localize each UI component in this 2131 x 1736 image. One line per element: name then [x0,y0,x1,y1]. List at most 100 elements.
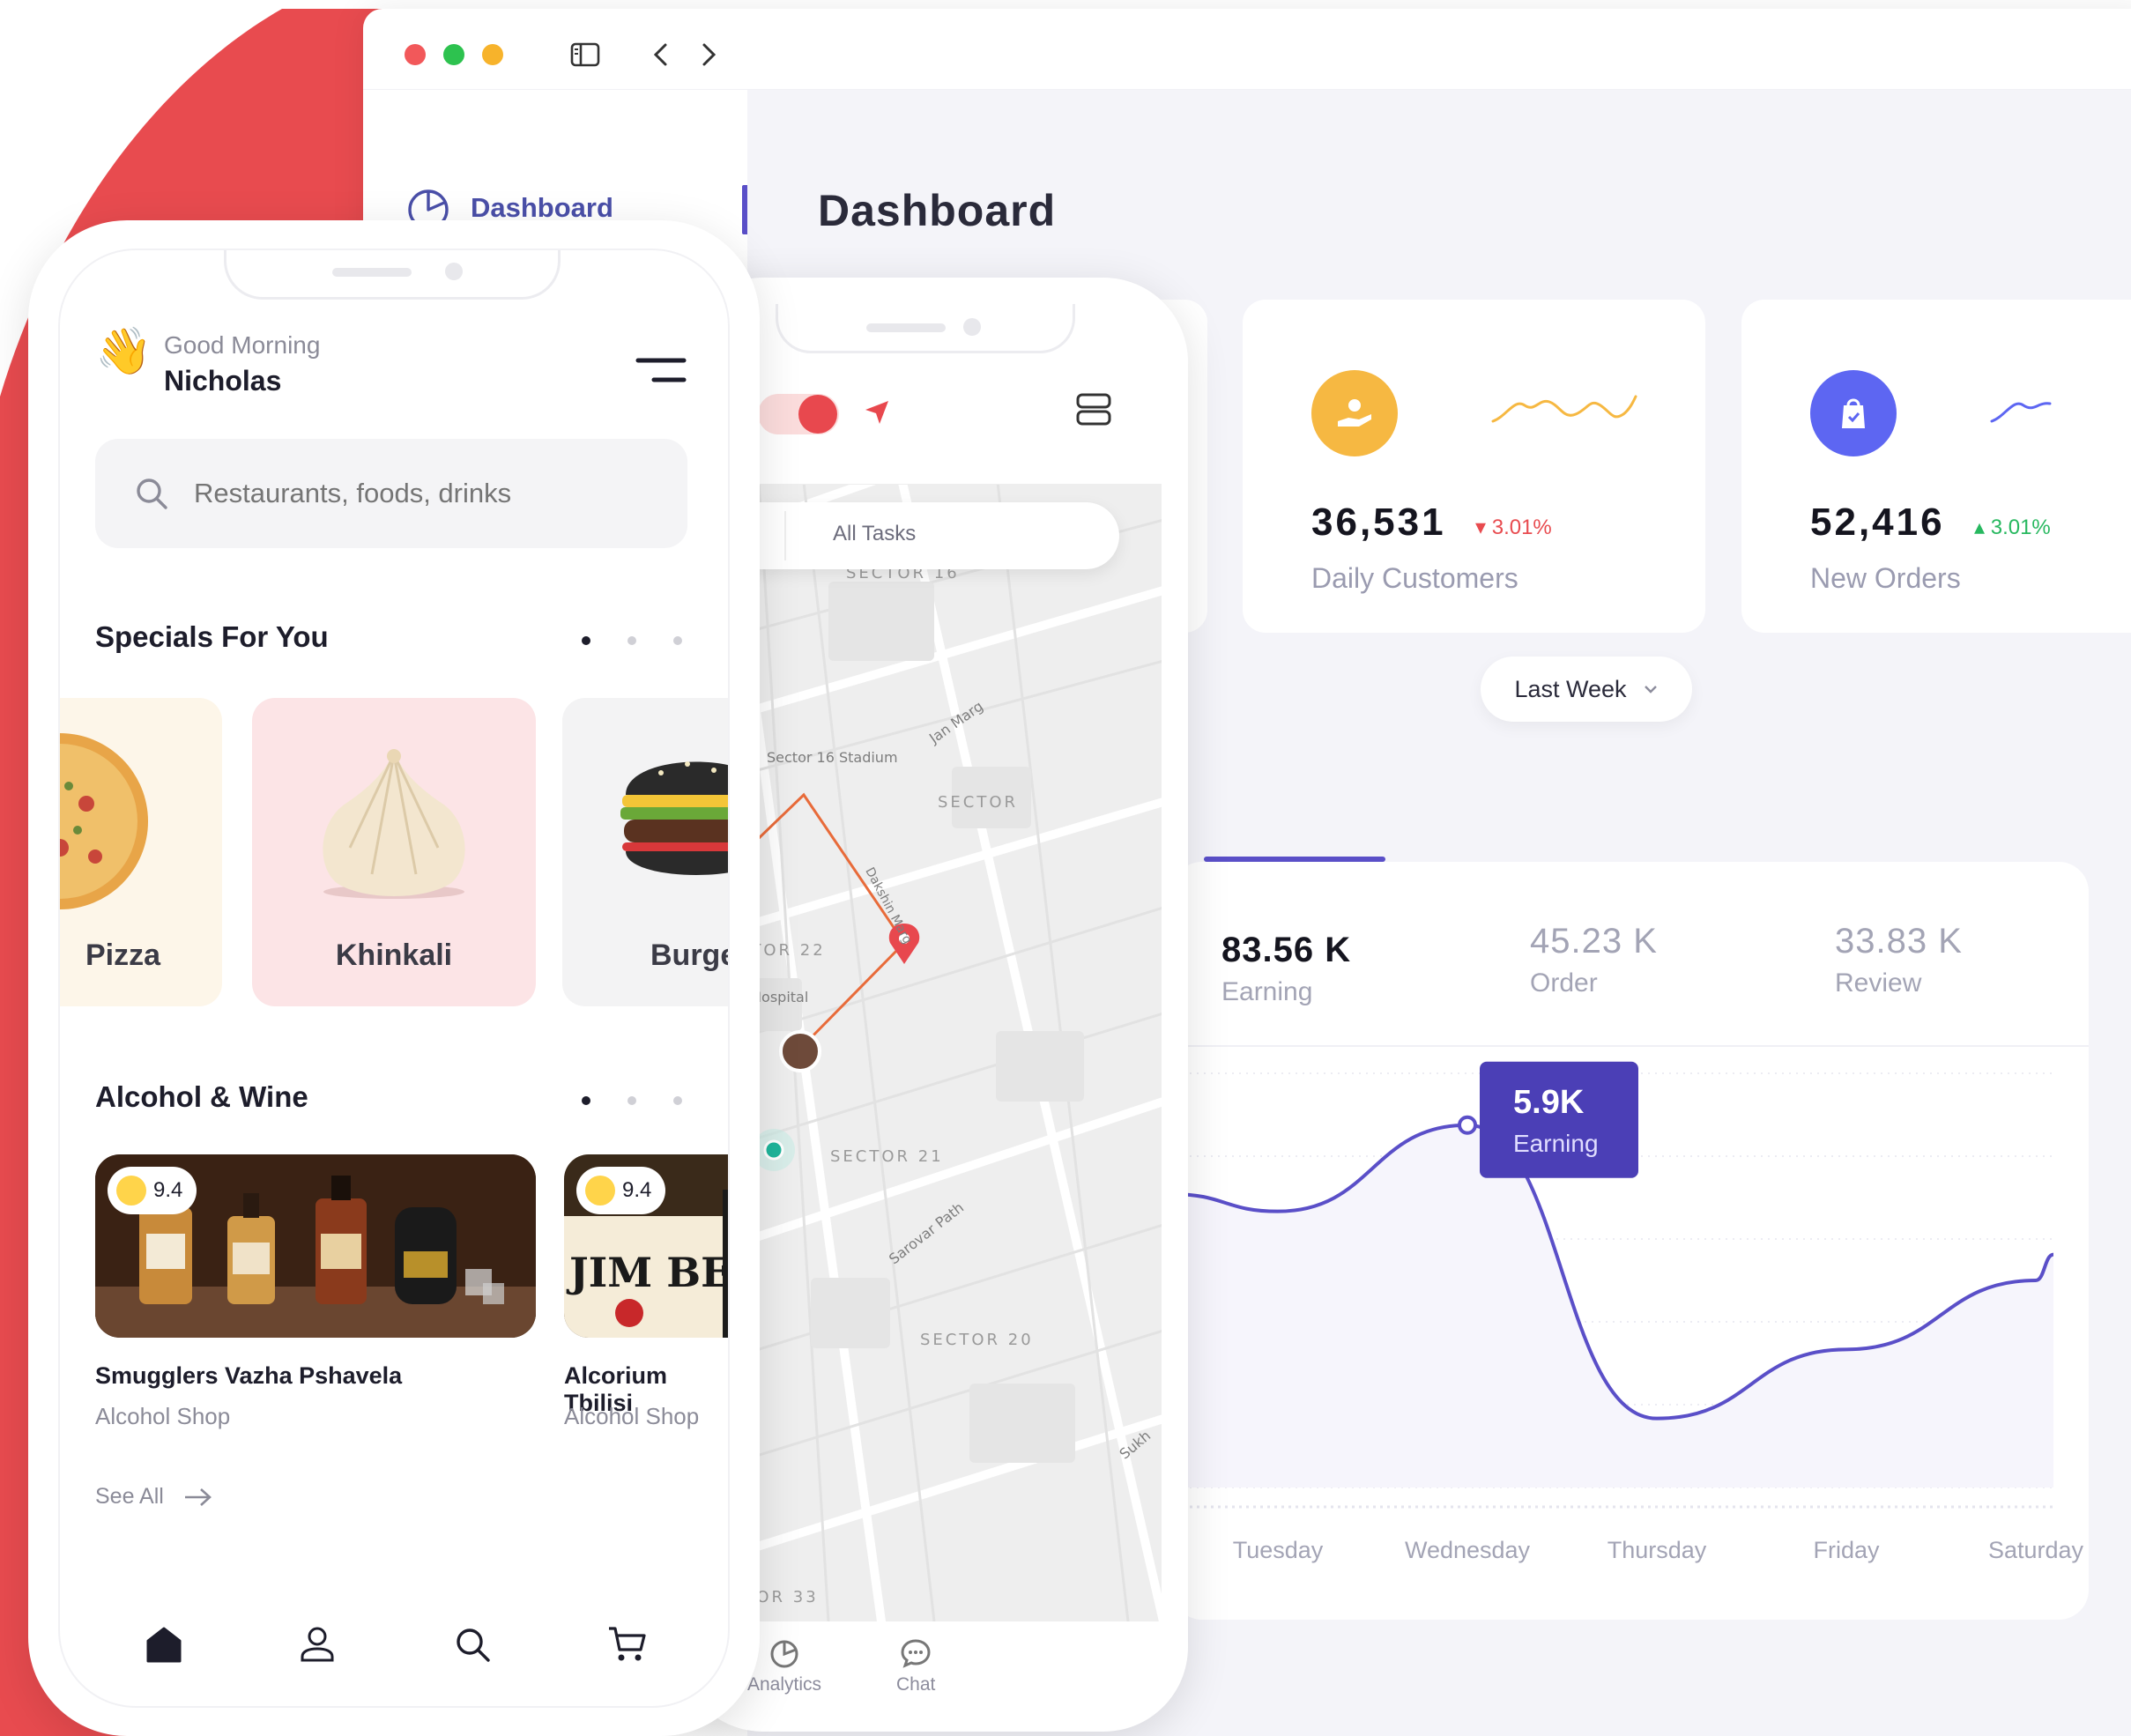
hand-coin-icon [1311,370,1398,456]
specials-pager[interactable] [582,636,682,645]
metric-value: 45.23 K [1530,922,1658,961]
search-input[interactable] [194,478,652,509]
back-icon[interactable] [642,35,680,74]
greeting-text: Good Morning [164,331,321,359]
metric-order[interactable]: 45.23 K Order [1530,922,1658,998]
map-bottom-nav: Analytics Chat [705,1621,1162,1705]
x-tick-label: Saturday [1988,1537,2084,1563]
series-area [1172,1124,2053,1487]
chevron-down-icon [1644,686,1657,694]
line-chart: 5.9K Earning Tuesday Wednesday Thursday Frida… [1172,1061,2084,1563]
metric-label: Review [1835,968,1922,998]
tab-divider [784,511,786,560]
search-bar[interactable] [95,439,687,548]
earnings-chart-card: 83.56 K Earning 45.23 K Order 33.83 K Re… [1172,857,2089,1620]
window-maximize-button[interactable] [443,44,464,65]
speaker [866,323,946,332]
tooltip-label: Earning [1513,1130,1599,1157]
drinks-pager[interactable] [582,1096,682,1105]
see-all-link[interactable]: See All [95,1484,213,1510]
sparkline [1491,395,1637,423]
location-arrow-icon[interactable] [862,397,892,427]
tooltip-value: 5.9K [1513,1084,1585,1121]
burger-image [620,761,728,875]
window-minimize-button[interactable] [482,44,503,65]
specials-title: Specials For You [95,620,329,653]
user-name: Nicholas [164,365,282,397]
phone-notch [776,304,1075,353]
khinkali-image [323,749,465,899]
toggle-knob [798,395,837,434]
svg-text:JIM BEAM: JIM BEAM [566,1249,730,1296]
special-card-pizza[interactable]: Pizza [60,698,222,1006]
camera [445,263,463,280]
phone-food-app: 👋 Good Morning Nicholas Specials For You… [28,220,760,1736]
sparkline [1990,402,2052,423]
tab-all-tasks[interactable]: All Tasks [833,522,916,546]
shop-card[interactable]: JIM BEAM 9.4 [564,1154,730,1338]
map-label: SECTOR 21 [830,1147,944,1166]
search-nav-icon[interactable] [446,1618,499,1671]
pizza-image [60,733,148,909]
map-label: SECTOR 20 [920,1331,1034,1349]
forward-icon[interactable] [689,35,728,74]
range-select-value: Last Week [1514,675,1627,702]
special-name: Pizza [85,938,160,972]
speaker [332,268,412,277]
map-label: Sector 16 Stadium [767,749,898,766]
shop-type: Alcohol Shop [564,1403,700,1429]
stat-card-daily-customers: 36,531 ▾ 3.01% Daily Customers [1243,300,1705,633]
bottom-nav [60,1607,728,1687]
special-card-khinkali[interactable]: Khinkali [252,698,536,1006]
task-tabs: All Tasks [705,502,1119,569]
waving-hand-icon: 👋 [95,326,152,377]
shop-card[interactable]: 9.4 [95,1154,536,1338]
metric-label: Order [1530,968,1598,998]
page-title: Dashboard [818,186,1057,235]
emoji-heart-eyes-icon [116,1176,146,1206]
browser-titlebar [363,9,2131,90]
x-tick-label: Wednesday [1405,1537,1531,1563]
metric-value: 33.83 K [1835,922,1963,961]
shop-type: Alcohol Shop [95,1403,231,1429]
metric-value: 83.56 K [1221,931,1352,969]
stat-change-up: ▴ 3.01% [1974,516,2051,539]
nav-chat[interactable]: Chat [896,1637,935,1695]
special-card-burger[interactable]: Burger [562,698,728,1006]
drinks-title: Alcohol & Wine [95,1080,308,1113]
active-tab-underline [1204,857,1385,862]
metric-earning[interactable]: 83.56 K Earning [1221,931,1351,1007]
arrow-right-icon [184,1487,212,1506]
window-close-button[interactable] [405,44,426,65]
camera [963,318,981,336]
metric-review[interactable]: 33.83 K Review [1835,922,1963,998]
analytics-icon [770,1640,798,1668]
phone-screen: 👋 Good Morning Nicholas Specials For You… [58,249,730,1708]
metric-label: Earning [1221,977,1313,1006]
nav-label: Analytics [747,1674,822,1695]
search-icon [137,479,167,509]
online-toggle[interactable] [758,394,839,434]
phone-screen: SECTOR 16 Sector 16 Stadium Jan Marg SEC… [705,304,1162,1705]
x-tick-label: Thursday [1608,1537,1707,1563]
emoji-heart-eyes-icon [585,1176,615,1206]
tooltip-marker [1458,1115,1477,1135]
phone-notch [224,250,561,300]
map-view[interactable]: SECTOR 16 Sector 16 Stadium Jan Marg SEC… [705,375,1162,1626]
home-icon[interactable] [137,1618,190,1671]
sidebar-toggle-icon[interactable] [566,35,605,74]
rating-badge: 9.4 [108,1167,197,1214]
stat-label: New Orders [1810,562,1961,594]
see-all-label: See All [95,1484,164,1509]
special-name: Burger [650,938,728,972]
stat-value: 36,531 [1311,501,1446,544]
stat-label: Daily Customers [1311,562,1518,594]
layers-icon[interactable] [1075,390,1112,427]
menu-icon[interactable] [635,356,687,386]
cart-icon[interactable] [601,1618,654,1671]
profile-icon[interactable] [291,1618,344,1671]
shopping-bag-icon [1810,370,1897,456]
map-streets [705,375,1162,1626]
stat-change-down: ▾ 3.01% [1475,516,1552,539]
range-select[interactable]: Last Week [1481,657,1692,722]
